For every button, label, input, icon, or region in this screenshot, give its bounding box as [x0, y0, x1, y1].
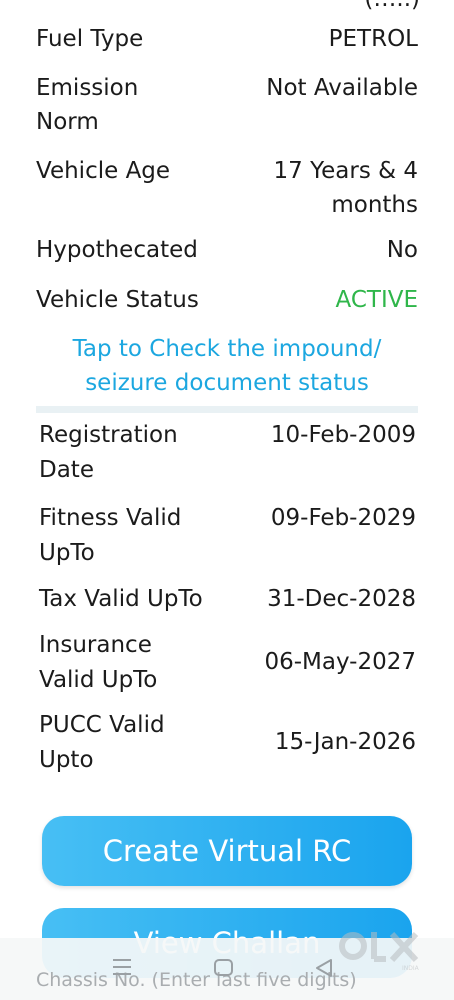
- detail-label: Tax Valid UpTo: [39, 586, 203, 612]
- divider: [36, 406, 418, 413]
- detail-value: 09-Feb-2029: [270, 505, 416, 531]
- olx-watermark-logo: INDIA: [339, 931, 420, 972]
- detail-value: PETROL: [328, 26, 418, 52]
- detail-value: 10-Feb-2009: [270, 422, 416, 448]
- detail-label: Fuel Type: [36, 26, 144, 52]
- detail-value: 17 Years & 4 months: [273, 158, 418, 218]
- detail-label: PUCC Valid Upto: [39, 712, 165, 773]
- cut-off-row: (…..): [0, 0, 454, 12]
- status-badge: ACTIVE: [335, 287, 419, 313]
- detail-value: No: [386, 237, 418, 263]
- detail-label: Insurance Valid UpTo: [39, 632, 158, 693]
- detail-value: Not Available: [266, 75, 418, 101]
- detail-label: Vehicle Status: [36, 287, 199, 313]
- chassis-input[interactable]: Chassis No. (Enter last five digits): [36, 969, 357, 991]
- detail-value: 15-Jan-2026: [274, 729, 416, 755]
- detail-value: 31-Dec-2028: [267, 586, 416, 612]
- detail-label: Vehicle Age: [36, 158, 171, 184]
- back-icon[interactable]: [314, 957, 334, 979]
- create-virtual-rc-button[interactable]: Create Virtual RC: [42, 816, 412, 886]
- detail-label: Hypothecated: [36, 237, 198, 263]
- detail-label: Registration Date: [39, 422, 178, 483]
- detail-value: 06-May-2027: [264, 649, 416, 675]
- home-icon[interactable]: [213, 958, 235, 978]
- detail-label: Fitness Valid UpTo: [39, 505, 182, 566]
- menu-icon[interactable]: [112, 958, 132, 976]
- impound-status-link[interactable]: Tap to Check the impound/ seizure docume…: [36, 332, 418, 400]
- svg-text:INDIA: INDIA: [402, 965, 420, 972]
- detail-label: Emission Norm: [36, 75, 139, 135]
